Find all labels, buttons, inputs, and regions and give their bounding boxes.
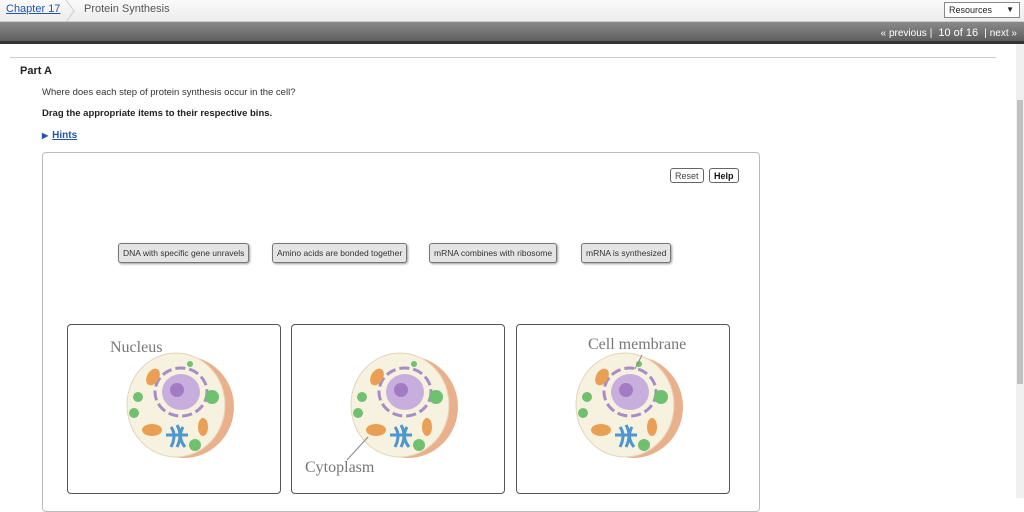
reset-button[interactable]: Reset (670, 168, 704, 183)
draggable-item[interactable]: mRNA is synthesized (581, 243, 672, 263)
part-title: Part A (20, 65, 52, 77)
bin-label: Cytoplasm (305, 459, 375, 476)
bin-cell-membrane[interactable]: Cell membrane (516, 324, 730, 494)
next-link[interactable]: next » (990, 28, 1017, 39)
top-bar: Chapter 17 Protein Synthesis Resources ▼ (0, 0, 1024, 22)
scrollbar-thumb[interactable] (1017, 100, 1023, 384)
page-position: 10 of 16 (938, 27, 979, 39)
question-text: Where does each step of protein synthesi… (42, 87, 296, 98)
help-button[interactable]: Help (709, 168, 739, 183)
draggable-item[interactable]: mRNA combines with ribosome (429, 243, 558, 263)
draggable-item[interactable]: DNA with specific gene unravels (118, 243, 250, 263)
resources-dropdown[interactable]: Resources ▼ (944, 2, 1020, 18)
breadcrumb-separator-icon (65, 0, 75, 22)
resources-label: Resources (949, 5, 993, 15)
cell-diagram (125, 351, 236, 460)
divider (10, 57, 996, 58)
bin-label: Nucleus (110, 339, 163, 356)
nav-bar: « previous | 10 of 16 | next » (0, 22, 1024, 44)
draggable-item[interactable]: Amino acids are bonded together (272, 243, 408, 263)
bin-label: Cell membrane (588, 336, 687, 353)
bin-nucleus[interactable]: Nucleus (67, 324, 281, 494)
previous-link[interactable]: « previous (881, 28, 927, 39)
breadcrumb-title: Protein Synthesis (84, 3, 170, 15)
breadcrumb-chapter-link[interactable]: Chapter 17 (6, 3, 60, 15)
dropdown-arrow-icon: ▼ (1006, 5, 1014, 14)
instruction-text: Drag the appropriate items to their resp… (42, 108, 273, 119)
hints-toggle[interactable]: ▶ Hints (42, 130, 77, 141)
hints-label: Hints (52, 130, 78, 141)
bin-cytoplasm[interactable]: Cytoplasm (291, 324, 505, 494)
triangle-right-icon: ▶ (42, 131, 49, 140)
